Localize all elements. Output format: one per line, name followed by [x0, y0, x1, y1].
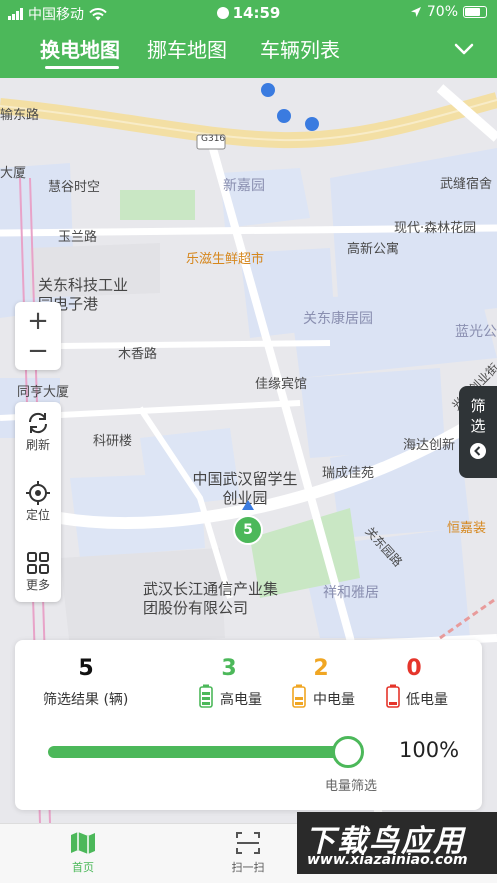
nav-home[interactable]: 首页: [53, 830, 113, 875]
chevron-down-icon[interactable]: [453, 38, 475, 60]
poi-label-gaoxin: 高新公寓: [347, 242, 400, 257]
zoom-controls: + −: [15, 302, 61, 370]
battery-mid-icon: [292, 684, 306, 708]
refresh-icon: [28, 412, 48, 434]
tab-swap-map[interactable]: 换电地图: [40, 34, 120, 63]
alarm-icon: [216, 7, 229, 19]
battery-icon: [463, 6, 487, 18]
poi-label-xianghe: 祥和雅居: [323, 585, 379, 601]
nav-scan[interactable]: 扫一扫: [218, 830, 278, 875]
nav-scan-label: 扫一扫: [231, 861, 265, 874]
road-label-g316: G316: [201, 134, 226, 144]
high-battery-label: 高电量: [220, 692, 262, 708]
total-label: 筛选结果 (辆): [43, 692, 129, 708]
poi-label-hengjia: 恒嘉装: [447, 521, 487, 536]
refresh-button[interactable]: 刷新: [15, 410, 61, 453]
battery-percent: 70%: [426, 4, 458, 20]
stats-panel: 5 筛选结果 (辆) 3 高电量 2 中电量 0 低电量 100% 电量筛选: [15, 640, 482, 810]
locate-icon: [26, 481, 50, 505]
battery-filter-value: 100%: [399, 738, 460, 762]
chevron-left-icon: [470, 443, 486, 459]
map-icon: [71, 832, 95, 854]
grid-icon: [27, 552, 49, 574]
road-label-yudong: 输东路: [0, 108, 40, 123]
low-battery-label: 低电量: [406, 692, 448, 708]
poi-label-jiayuan: 佳缘宾馆: [255, 377, 308, 392]
active-tab-indicator: [45, 66, 119, 69]
poi-label-changjiang: 武汉长江通信产业集团股份有限公司: [143, 580, 279, 617]
scan-icon: [236, 832, 260, 854]
battery-filter-handle[interactable]: [332, 736, 364, 768]
tab-move-car-map[interactable]: 挪车地图: [147, 34, 227, 63]
tab-vehicle-list[interactable]: 车辆列表: [260, 34, 340, 63]
poi-label-haida: 海达创新: [403, 438, 456, 453]
poi-label-keyan: 科研楼: [93, 434, 133, 449]
watermark: 下载鸟应用 www.xiazainiao.com: [297, 812, 497, 874]
battery-filter-label: 电量筛选: [325, 779, 378, 794]
mid-battery-count: 2: [313, 656, 329, 681]
nav-home-label: 首页: [72, 861, 94, 874]
poi-label-tongheng: 同亨大厦: [17, 385, 70, 400]
marker-count: 5: [243, 522, 253, 538]
filter-label: 筛选: [470, 397, 486, 435]
status-bar: 中国移动 14:59 70%: [0, 0, 497, 26]
locate-label: 定位: [25, 508, 50, 522]
more-label: 更多: [25, 578, 50, 592]
zoom-out-button[interactable]: −: [15, 338, 61, 364]
location-arrow-icon: [410, 7, 421, 17]
high-battery-count: 3: [221, 656, 237, 681]
status-time: 14:59: [232, 4, 281, 22]
refresh-label: 刷新: [25, 438, 50, 452]
battery-filter-track[interactable]: [48, 746, 348, 758]
more-button[interactable]: 更多: [15, 550, 61, 593]
poi-label-xiandai: 现代·森林花园: [394, 221, 477, 236]
watermark-url: www.xiazainiao.com: [307, 852, 468, 868]
mid-battery-label: 中电量: [313, 692, 355, 708]
poi-label-kangju: 关东康居园: [303, 311, 373, 327]
poi-label-languang: 蓝光公: [455, 324, 497, 340]
poi-label-lezi: 乐滋生鲜超市: [186, 252, 265, 267]
zoom-in-button[interactable]: +: [15, 308, 61, 334]
poi-label-tower: 大厦: [0, 166, 27, 181]
poi-label-wufeng: 武缝宿舍: [440, 177, 493, 192]
top-tab-bar: 换电地图 挪车地图 车辆列表: [0, 26, 497, 78]
poi-label-huigu: 慧谷时空: [48, 180, 101, 195]
low-battery-count: 0: [406, 656, 422, 681]
map-tool-panel: 刷新 定位 更多: [15, 402, 61, 602]
poi-label-xinjiayuan: 新嘉园: [223, 178, 265, 194]
filter-drawer-tab[interactable]: 筛选: [459, 386, 497, 478]
road-label-muxiang: 木香路: [118, 347, 158, 362]
poi-label-ruicheng: 瑞成佳苑: [322, 466, 375, 481]
battery-high-icon: [199, 684, 213, 708]
battery-low-icon: [386, 684, 400, 708]
total-count: 5: [78, 656, 94, 681]
road-label-yulan: 玉兰路: [58, 230, 98, 245]
locate-button[interactable]: 定位: [15, 480, 61, 523]
